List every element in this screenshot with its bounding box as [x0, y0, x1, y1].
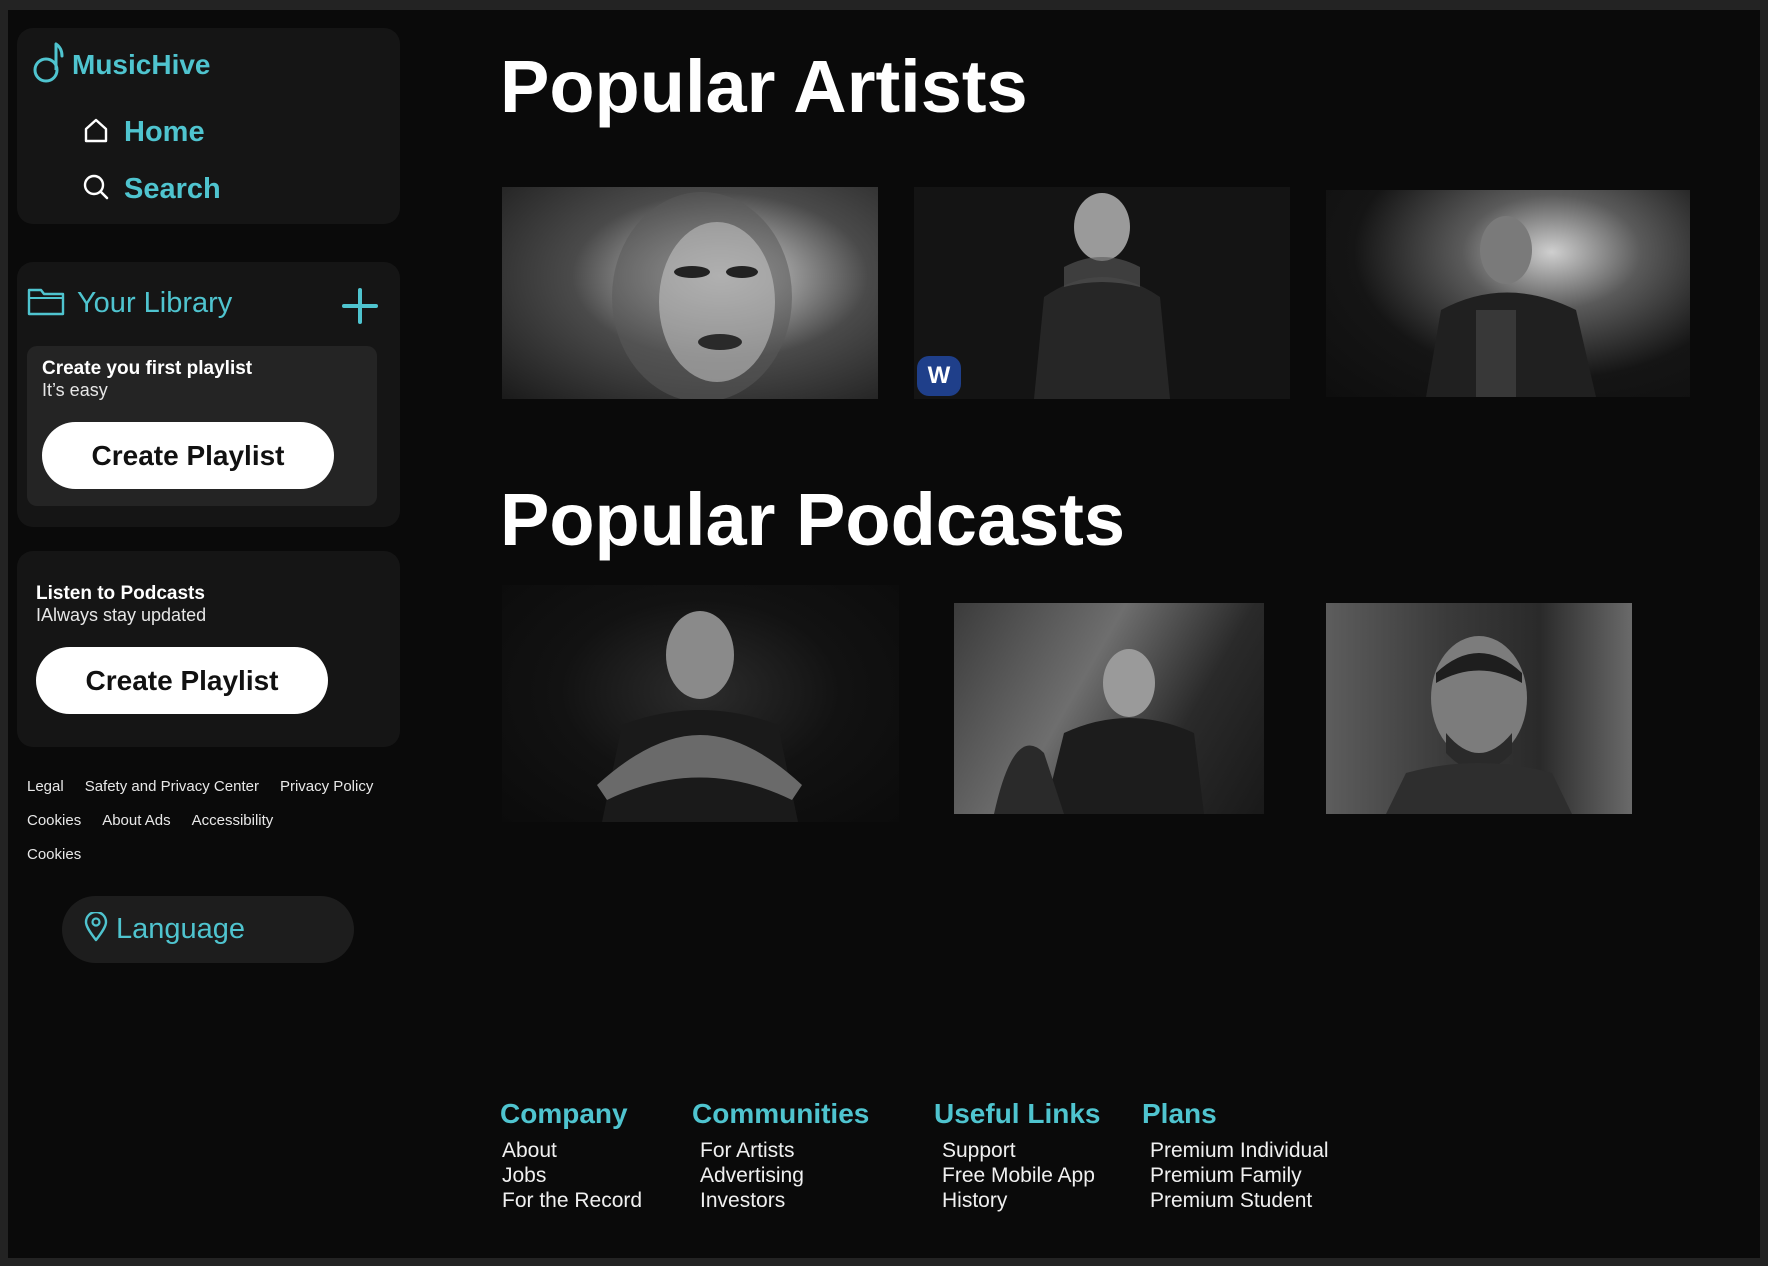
cookies-link-2[interactable]: Cookies: [27, 846, 81, 864]
nav-panel: MusicHive Home Search: [17, 28, 400, 224]
brand[interactable]: MusicHive: [32, 40, 211, 89]
accessibility-link[interactable]: Accessibility: [192, 812, 274, 830]
nav-item-search[interactable]: Search: [82, 173, 221, 206]
legal-link[interactable]: Legal: [27, 778, 64, 796]
footer-useful-links: Useful Links Support Free Mobile App His…: [934, 1098, 1100, 1213]
podcast-photo: [994, 649, 1204, 814]
language-label: Language: [116, 913, 246, 945]
artist-photo: [1034, 193, 1170, 399]
footer-heading: Useful Links: [934, 1098, 1101, 1129]
add-library-button[interactable]: [340, 286, 380, 326]
search-icon: [82, 173, 110, 206]
music-note-icon: [32, 40, 64, 89]
footer-plans: Plans Premium Individual Premium Family …: [1142, 1098, 1329, 1213]
plus-icon: [340, 288, 380, 330]
footer-communities: Communities For Artists Advertising Inve…: [692, 1098, 869, 1213]
footer-link[interactable]: Support: [934, 1138, 1100, 1163]
podcast-promo-subtitle: IAlways stay updated: [36, 605, 207, 625]
about-ads-link[interactable]: About Ads: [102, 812, 170, 830]
artist-photo: [612, 192, 792, 399]
nav-item-home[interactable]: Home: [82, 116, 205, 149]
podcast-promo-title: Listen to Podcasts: [36, 583, 205, 604]
create-playlist-button[interactable]: Create Playlist: [42, 422, 334, 489]
label-badge: W: [917, 356, 961, 396]
footer-company: Company About Jobs For the Record: [500, 1098, 642, 1213]
popular-artists-heading: Popular Artists: [500, 45, 1028, 128]
create-playlist-card: Create you first playlist It’s easy Crea…: [27, 346, 377, 506]
artist-photo: [1426, 216, 1596, 397]
footer-link[interactable]: Advertising: [692, 1163, 869, 1188]
nav-search-label: Search: [124, 173, 221, 205]
library-title: Your Library: [77, 287, 233, 319]
language-button[interactable]: Language: [62, 896, 354, 963]
library-panel: Your Library Create you first playlist I…: [17, 262, 400, 527]
podcast-card[interactable]: [1326, 603, 1632, 814]
footer-link[interactable]: History: [934, 1188, 1100, 1213]
footer-link[interactable]: Premium Individual: [1142, 1138, 1329, 1163]
legal-links: Legal Safety and Privacy Center Privacy …: [27, 778, 417, 880]
brand-name: MusicHive: [72, 48, 211, 80]
footer-heading: Communities: [692, 1098, 870, 1129]
podcast-create-playlist-button[interactable]: Create Playlist: [36, 647, 328, 714]
card-subtitle: It’s easy: [42, 380, 108, 400]
safety-privacy-link[interactable]: Safety and Privacy Center: [85, 778, 259, 796]
footer-heading: Company: [500, 1098, 628, 1129]
home-icon: [82, 116, 110, 149]
footer-heading: Plans: [1142, 1098, 1217, 1129]
legal-row: Cookies: [27, 846, 417, 864]
podcast-promo-panel: Listen to Podcasts IAlways stay updated …: [17, 551, 400, 747]
artist-card[interactable]: [1326, 190, 1690, 397]
card-title: Create you first playlist: [42, 358, 253, 379]
nav-home-label: Home: [124, 116, 205, 148]
folder-icon: [27, 286, 65, 321]
podcast-photo: [597, 611, 802, 822]
artist-card[interactable]: W: [914, 187, 1290, 399]
popular-podcasts-heading: Popular Podcasts: [500, 478, 1126, 561]
footer-link[interactable]: Premium Student: [1142, 1188, 1329, 1213]
podcast-photo: [1386, 636, 1572, 814]
podcast-card[interactable]: [502, 585, 899, 822]
podcast-card[interactable]: [954, 603, 1264, 814]
footer-link[interactable]: For the Record: [500, 1188, 642, 1213]
artist-card[interactable]: [502, 187, 878, 399]
location-pin-icon: [84, 910, 108, 947]
footer-link[interactable]: Investors: [692, 1188, 869, 1213]
footer-link[interactable]: Free Mobile App: [934, 1163, 1100, 1188]
library-header[interactable]: Your Library: [27, 286, 232, 321]
footer-link[interactable]: Jobs: [500, 1163, 642, 1188]
privacy-policy-link[interactable]: Privacy Policy: [280, 778, 373, 796]
legal-row: Cookies About Ads Accessibility: [27, 812, 417, 830]
footer-link[interactable]: About: [500, 1138, 642, 1163]
footer-link[interactable]: Premium Family: [1142, 1163, 1329, 1188]
footer-link[interactable]: For Artists: [692, 1138, 869, 1163]
legal-row: Legal Safety and Privacy Center Privacy …: [27, 778, 417, 796]
cookies-link[interactable]: Cookies: [27, 812, 81, 830]
